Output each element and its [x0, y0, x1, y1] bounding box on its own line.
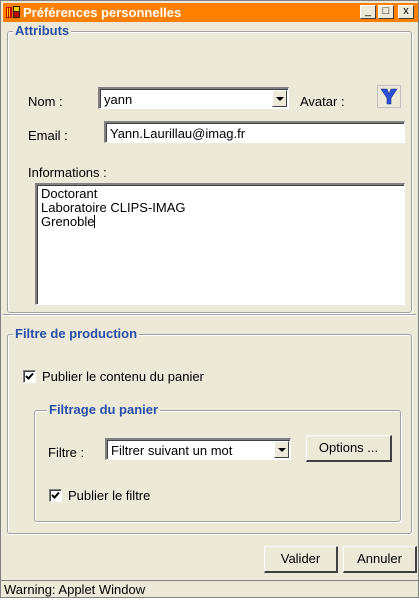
close-icon: x [403, 5, 409, 17]
filtre-combo[interactable]: Filtrer suivant un mot [105, 438, 291, 460]
minimize-button[interactable]: _ [360, 5, 376, 19]
info-line-2: Laboratoire CLIPS-IMAG [41, 200, 186, 215]
attributs-legend: Attributs [13, 23, 72, 39]
filtrage-panier-group [34, 410, 401, 522]
title-bar[interactable]: Préférences personnelles _ □ x [3, 3, 418, 22]
publier-filtre-checkbox[interactable] [49, 489, 62, 502]
email-label: Email : [28, 128, 68, 143]
close-button[interactable]: x [398, 5, 414, 19]
filtrage-panier-legend: Filtrage du panier [47, 402, 161, 418]
minimize-icon: _ [364, 5, 372, 17]
window-title: Préférences personnelles [23, 5, 182, 20]
avatar-label: Avatar : [300, 94, 345, 109]
informations-label: Informations : [28, 165, 107, 180]
status-text: Warning: Applet Window [4, 582, 146, 597]
preferences-window: Préférences personnelles _ □ x Attributs… [0, 0, 419, 598]
avatar-y-icon [380, 88, 398, 105]
informations-text: Doctorant Laboratoire CLIPS-IMAG Grenobl… [41, 187, 186, 229]
annuler-button[interactable]: Annuler [343, 546, 417, 573]
info-line-1: Doctorant [41, 186, 98, 201]
nom-value: yann [104, 92, 133, 107]
checkmark-icon [25, 372, 34, 380]
email-value: Yann.Laurillau@imag.fr [110, 126, 246, 141]
publier-contenu-label[interactable]: Publier le contenu du panier [42, 369, 204, 385]
maximize-button[interactable]: □ [378, 5, 394, 19]
filtre-label: Filtre : [48, 445, 85, 460]
informations-textarea[interactable]: Doctorant Laboratoire CLIPS-IMAG Grenobl… [35, 183, 405, 305]
nom-label: Nom : [28, 94, 63, 109]
email-field[interactable]: Yann.Laurillau@imag.fr [104, 121, 405, 143]
filtre-production-legend: Filtre de production [13, 326, 140, 342]
text-caret [94, 215, 96, 228]
status-bar: Warning: Applet Window [1, 580, 418, 598]
publier-filtre-label[interactable]: Publier le filtre [68, 488, 150, 504]
chevron-down-icon[interactable] [272, 90, 287, 107]
section-separator [3, 314, 416, 316]
avatar-button[interactable] [377, 85, 401, 108]
maximize-icon: □ [382, 5, 390, 17]
nom-combo[interactable]: yann [98, 87, 289, 109]
filtre-value: Filtrer suivant un mot [111, 443, 233, 458]
valider-button[interactable]: Valider [264, 546, 338, 573]
options-button[interactable]: Options ... [306, 435, 392, 462]
info-line-3: Grenoble [41, 214, 95, 229]
publier-contenu-checkbox[interactable] [23, 370, 36, 383]
checkmark-icon [51, 491, 60, 499]
app-icon [6, 6, 20, 18]
chevron-down-icon[interactable] [274, 441, 289, 458]
